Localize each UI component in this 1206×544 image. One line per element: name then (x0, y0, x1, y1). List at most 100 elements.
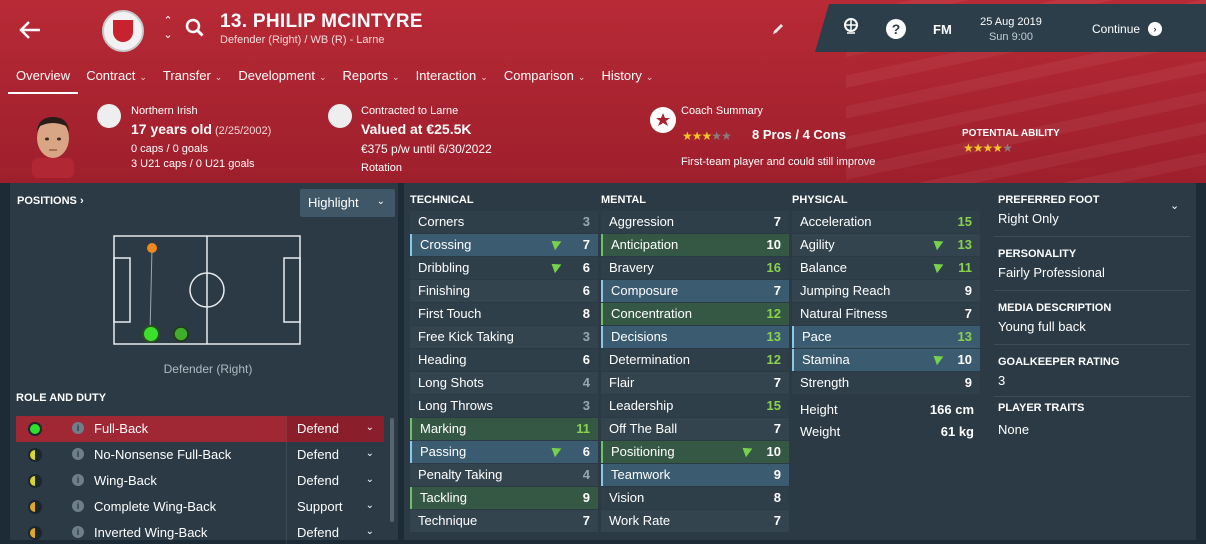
chevron-down-icon: ⌄ (318, 72, 327, 82)
info-icon[interactable]: i (72, 500, 84, 512)
help-icon[interactable]: ? (886, 19, 906, 39)
attribute-row[interactable]: Long Throws 3 (410, 395, 598, 417)
attribute-value: 7 (773, 375, 781, 390)
attribute-row[interactable]: Determination 12 (601, 349, 789, 371)
attribute-row[interactable]: Agility 13 (792, 234, 980, 256)
attribute-row[interactable]: Finishing 6 (410, 280, 598, 302)
chevron-down-icon: ⌄ (392, 72, 400, 82)
highlight-label: Highlight (308, 195, 359, 210)
attribute-row[interactable]: Natural Fitness 7 (792, 303, 980, 325)
attribute-row[interactable]: Leadership 15 (601, 395, 789, 417)
highlight-dropdown[interactable]: Highlight ⌄ (300, 189, 395, 217)
attribute-row[interactable]: Tackling 9 (410, 487, 598, 509)
attribute-row[interactable]: Heading 6 (410, 349, 598, 371)
tab-interaction[interactable]: Interaction ⌄ (408, 66, 496, 94)
attribute-name: Positioning (611, 444, 675, 459)
dob: (2/25/2002) (215, 125, 272, 137)
tab-contract[interactable]: Contract ⌄ (78, 66, 155, 94)
role-suitability-icon (28, 448, 42, 462)
attribute-row[interactable]: Passing 6 (410, 441, 598, 463)
attribute-row[interactable]: Penalty Taking 4 (410, 464, 598, 486)
attribute-row[interactable]: First Touch 8 (410, 303, 598, 325)
info-icon[interactable]: i (72, 448, 84, 460)
tab-history[interactable]: History ⌄ (593, 66, 661, 94)
attribute-row[interactable]: Decisions 13 (601, 326, 789, 348)
attribute-row[interactable]: Jumping Reach 9 (792, 280, 980, 302)
trend-up-icon (933, 352, 946, 366)
attribute-row[interactable]: Off The Ball 7 (601, 418, 789, 440)
attribute-row[interactable]: Composure 7 (601, 280, 789, 302)
duty-dropdown[interactable]: Defend ⌄ (286, 520, 384, 544)
attribute-row[interactable]: Stamina 10 (792, 349, 980, 371)
positions-title[interactable]: POSITIONS › (17, 195, 84, 207)
pencil-icon[interactable] (771, 22, 785, 36)
tab-reports[interactable]: Reports ⌄ (335, 66, 408, 94)
attribute-value: 7 (582, 513, 590, 528)
attribute-row[interactable]: Teamwork 9 (601, 464, 789, 486)
attribute-row[interactable]: Dribbling 6 (410, 257, 598, 279)
role-row[interactable]: i Inverted Wing-Back Defend ⌄ (16, 520, 384, 544)
continue-button[interactable]: Continue (1092, 22, 1140, 36)
role-row[interactable]: i Full-Back Defend ⌄ (16, 416, 384, 442)
attribute-row[interactable]: Balance 11 (792, 257, 980, 279)
chevron-down-icon[interactable]: ⌄ (1170, 199, 1179, 212)
role-row[interactable]: i Complete Wing-Back Support ⌄ (16, 494, 384, 520)
attribute-name: Tackling (420, 490, 467, 505)
network-globe-icon[interactable] (841, 16, 861, 36)
attribute-value: 10 (766, 444, 781, 459)
attribute-row[interactable]: Bravery 16 (601, 257, 789, 279)
back-arrow-icon[interactable] (16, 16, 44, 44)
attribute-row[interactable]: Free Kick Taking 3 (410, 326, 598, 348)
attribute-row[interactable]: Anticipation 10 (601, 234, 789, 256)
attribute-name: Passing (420, 444, 467, 459)
attribute-row[interactable]: Long Shots 4 (410, 372, 598, 394)
role-row[interactable]: i No-Nonsense Full-Back Defend ⌄ (16, 442, 384, 468)
attribute-name: Dribbling (418, 260, 470, 275)
attribute-row[interactable]: Crossing 7 (410, 234, 598, 256)
divider (994, 344, 1190, 345)
pros-cons[interactable]: 8 Pros / 4 Cons (752, 127, 846, 143)
duty-label: Defend (297, 473, 339, 488)
tab-transfer[interactable]: Transfer ⌄ (155, 66, 230, 94)
duty-dropdown[interactable]: Support ⌄ (286, 494, 384, 520)
trend-up-icon (933, 237, 946, 251)
tab-comparison[interactable]: Comparison ⌄ (496, 66, 594, 94)
info-icon[interactable]: i (72, 422, 84, 434)
technical-title: TECHNICAL (410, 194, 474, 206)
attribute-name: Concentration (611, 306, 692, 321)
attribute-row[interactable]: Aggression 7 (601, 211, 789, 233)
attribute-value: 15 (766, 398, 781, 413)
prev-next-player-icon[interactable]: ⌃ ⌄ (161, 14, 175, 42)
attribute-row[interactable]: Positioning 10 (601, 441, 789, 463)
role-scrollbar[interactable] (390, 418, 394, 522)
attribute-value: 16 (766, 260, 781, 275)
search-icon[interactable] (184, 17, 206, 39)
duty-dropdown[interactable]: Defend ⌄ (286, 468, 384, 494)
continue-arrow-icon[interactable]: › (1148, 22, 1162, 36)
attribute-row[interactable]: Flair 7 (601, 372, 789, 394)
info-icon[interactable]: i (72, 474, 84, 486)
attribute-row[interactable]: Marking 11 (410, 418, 598, 440)
attribute-row[interactable]: Strength 9 (792, 372, 980, 394)
tab-overview[interactable]: Overview (8, 66, 79, 94)
info-icon[interactable]: i (72, 526, 84, 538)
attribute-row[interactable]: Acceleration 15 (792, 211, 980, 233)
duty-dropdown[interactable]: Defend ⌄ (286, 442, 384, 468)
role-row[interactable]: i Wing-Back Defend ⌄ (16, 468, 384, 494)
attribute-row[interactable]: Technique 7 (410, 510, 598, 532)
attribute-row[interactable]: Work Rate 7 (601, 510, 789, 532)
fm-menu[interactable]: FM (933, 22, 952, 37)
attribute-name: Jumping Reach (800, 283, 891, 298)
duty-dropdown[interactable]: Defend ⌄ (286, 416, 384, 442)
preferred-foot-value: Right Only (998, 211, 1059, 226)
tab-development[interactable]: Development ⌄ (230, 66, 334, 94)
attribute-value: 8 (773, 490, 781, 505)
tab-label: Reports (342, 68, 389, 83)
attribute-row[interactable]: Corners 3 (410, 211, 598, 233)
chevron-down-icon: ⌄ (365, 474, 374, 485)
attribute-row[interactable]: Vision 8 (601, 487, 789, 509)
attribute-value: 8 (582, 306, 590, 321)
attribute-row[interactable]: Pace 13 (792, 326, 980, 348)
attribute-value: 6 (582, 444, 590, 459)
attribute-row[interactable]: Concentration 12 (601, 303, 789, 325)
